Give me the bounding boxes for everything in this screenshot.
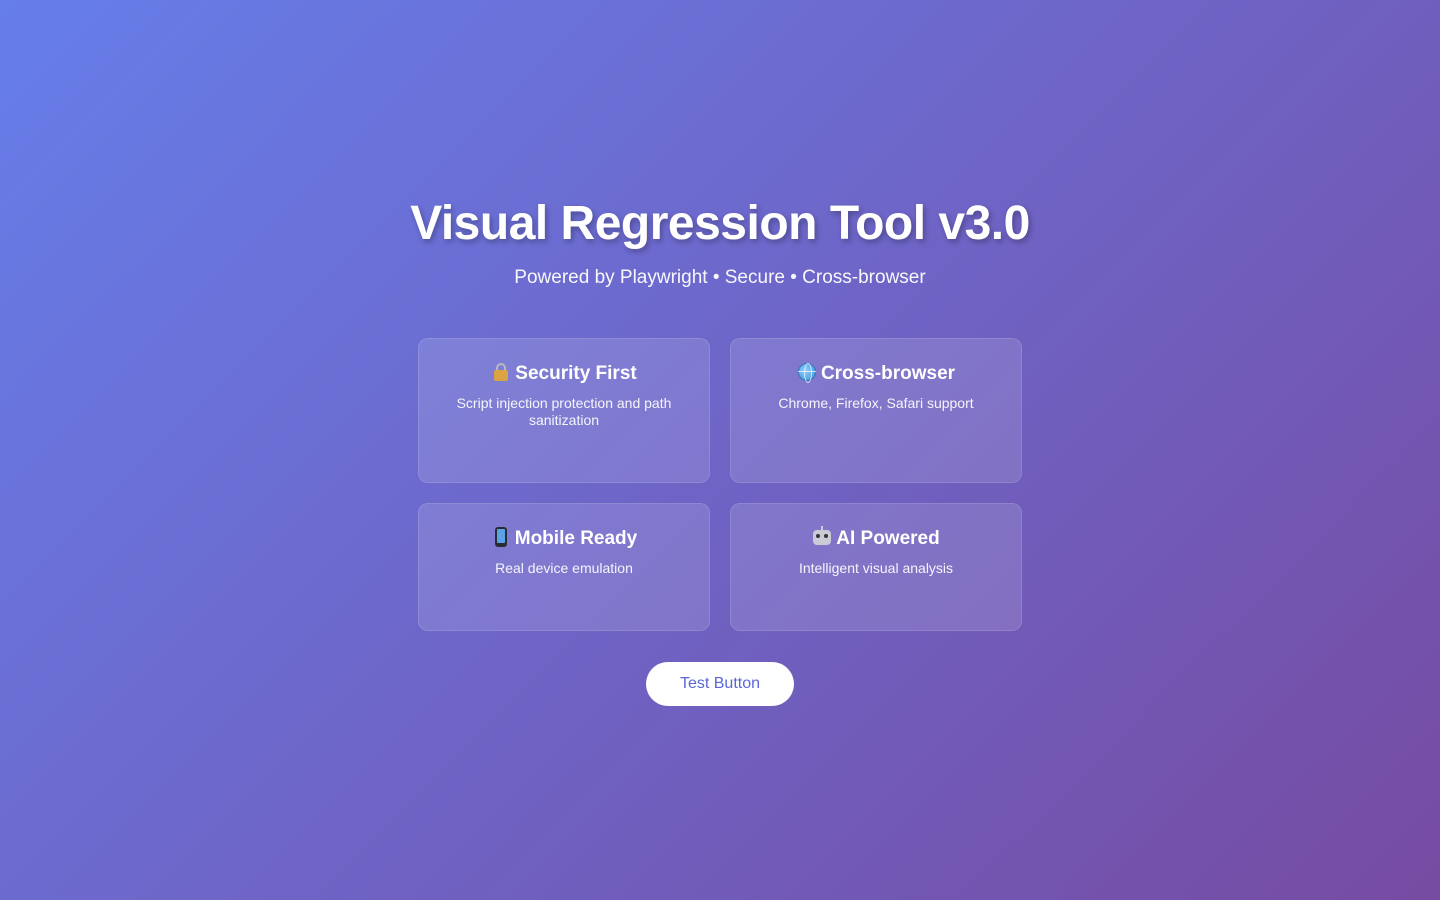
- feature-card-security: Security First Script injection protecti…: [418, 338, 710, 483]
- lock-icon: [491, 362, 511, 382]
- globe-icon: [797, 362, 817, 383]
- feature-title-text: Security First: [515, 363, 637, 384]
- feature-card-mobile: Mobile Ready Real device emulation: [418, 503, 710, 631]
- page-title: Visual Regression Tool v3.0: [410, 197, 1030, 250]
- robot-icon: [812, 526, 832, 547]
- feature-title-text: Cross-browser: [820, 363, 956, 384]
- feature-card-description: Script injection protection and path san…: [456, 395, 672, 428]
- feature-card-cross-browser: Cross-browser Chrome, Firefox, Safari su…: [730, 338, 1022, 483]
- feature-card-description: Intelligent visual analysis: [798, 560, 954, 576]
- test-button[interactable]: Test Button: [646, 662, 794, 706]
- page-subtitle: Powered by Playwright • Secure • Cross-b…: [514, 267, 926, 288]
- feature-card-ai: AI Powered Intelligent visual analysis: [730, 503, 1022, 631]
- feature-card-title: Mobile Ready: [443, 526, 685, 552]
- feature-card-title: Cross-browser: [755, 361, 997, 387]
- feature-title-text: Mobile Ready: [514, 528, 638, 549]
- feature-grid: Security First Script injection protecti…: [418, 338, 1022, 631]
- feature-card-title: Security First: [443, 361, 685, 387]
- feature-card-title: AI Powered: [755, 526, 997, 552]
- feature-card-description: Chrome, Firefox, Safari support: [778, 395, 974, 411]
- feature-card-description: Real device emulation: [495, 560, 633, 576]
- mobile-phone-icon: [491, 527, 511, 547]
- hero-section: Visual Regression Tool v3.0 Powered by P…: [0, 0, 1440, 900]
- feature-title-text: AI Powered: [836, 528, 940, 549]
